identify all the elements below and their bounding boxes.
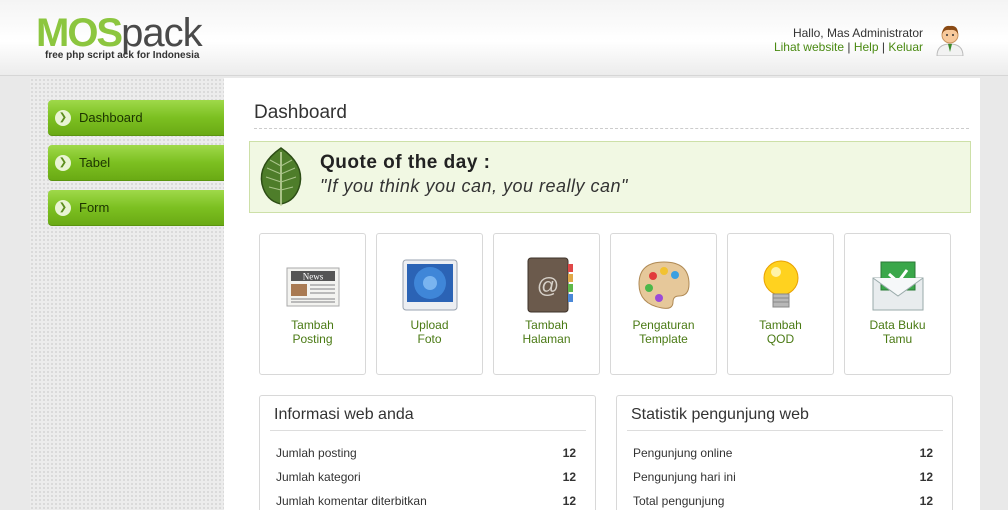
view-website-link[interactable]: Lihat website [774,40,844,54]
info-value: 12 [562,446,576,460]
photo-icon [402,259,458,311]
help-link[interactable]: Help [854,40,879,54]
sidebar: ❯ Dashboard ❯ Tabel ❯ Form [30,78,224,510]
stats-value: 12 [919,470,933,484]
logo-pack-text: pack [121,11,202,55]
user-box: Hallo, Mas Administrator Lihat website |… [774,26,923,54]
tile-label-line1: Upload [410,318,449,332]
quote-of-the-day: Quote of the day : "If you think you can… [249,141,971,213]
info-label: Jumlah kategori [276,470,361,484]
quote-text: "If you think you can, you really can" [320,176,628,196]
tile-label-line1: Pengaturan [632,318,695,332]
main-content: Dashboard Quote of the day : "If you thi… [224,78,980,510]
info-value: 12 [562,470,576,484]
stats-value: 12 [919,446,933,460]
upload-photo-tile[interactable]: Upload Foto [376,233,483,375]
info-value: 12 [562,494,576,508]
header: MOSpack free php script ack for Indonesi… [0,0,1008,76]
news-icon-text: News [303,272,324,282]
envelope-icon [872,261,924,311]
svg-text:@: @ [537,273,559,298]
stats-row: Pengunjung online 12 [633,446,933,460]
link-separator: | [881,40,885,54]
sidebar-item-label: Dashboard [79,110,143,125]
stats-label: Total pengunjung [633,494,725,508]
user-avatar-icon [936,25,964,56]
user-links: Lihat website | Help | Keluar [774,40,923,54]
sidebar-item-label: Tabel [79,155,111,170]
chevron-right-icon: ❯ [55,110,71,126]
divider [270,430,586,431]
add-qod-tile[interactable]: Tambah QOD [727,233,834,375]
sidebar-item-form[interactable]: ❯ Form [48,190,224,226]
stats-row: Pengunjung hari ini 12 [633,470,933,484]
stats-value: 12 [919,494,933,508]
guestbook-data-tile[interactable]: Data Buku Tamu [844,233,951,375]
tile-label-line1: Data Buku [869,318,926,332]
visitor-stats-panel: Statistik pengunjung web Pengunjung onli… [616,395,953,510]
lightbulb-icon [763,260,799,308]
sidebar-item-tabel[interactable]: ❯ Tabel [48,145,224,181]
info-row: Jumlah kategori 12 [276,470,576,484]
logout-link[interactable]: Keluar [888,40,923,54]
stats-row: Total pengunjung 12 [633,494,933,508]
page-title: Dashboard [254,102,969,129]
mospack-logo[interactable]: MOSpack free php script ack for Indonesi… [36,11,203,61]
website-info-panel: Informasi web anda Jumlah posting 12 Jum… [259,395,596,510]
logo-mos-text: MOS [36,11,123,55]
tile-label-line1: Tambah [759,318,802,332]
tile-label-line2: Tamu [882,332,913,346]
divider [627,430,943,431]
tile-label-line2: QOD [766,332,795,346]
link-separator: | [847,40,851,54]
stats-label: Pengunjung online [633,446,733,460]
add-post-tile[interactable]: News Tambah Posting [259,233,366,375]
logo-tagline: free php script ack for Indonesia [45,50,200,61]
info-label: Jumlah posting [276,446,357,460]
info-label: Jumlah komentar diterbitkan [276,494,427,508]
quote-title: Quote of the day : [320,152,491,173]
info-row: Jumlah komentar diterbitkan 12 [276,494,576,508]
tile-label-line1: Tambah [525,318,568,332]
sidebar-item-label: Form [79,200,110,215]
tile-label-line2: Foto [417,332,442,346]
sidebar-item-dashboard[interactable]: ❯ Dashboard [48,100,224,136]
add-page-tile[interactable]: @ Tambah Halaman [493,233,600,375]
palette-icon [638,261,690,309]
chevron-right-icon: ❯ [55,200,71,216]
user-greeting: Hallo, Mas Administrator [792,26,923,40]
tile-label-line1: Tambah [291,318,334,332]
news-icon: News [286,267,340,307]
stats-label: Pengunjung hari ini [633,470,736,484]
chevron-right-icon: ❯ [55,155,71,171]
address-book-icon: @ [527,257,573,313]
template-settings-tile[interactable]: Pengaturan Template [610,233,717,375]
panel-title: Informasi web anda [274,406,414,423]
tile-label-line2: Halaman [522,332,571,346]
tile-label-line2: Template [639,332,688,346]
info-row: Jumlah posting 12 [276,446,576,460]
panel-title: Statistik pengunjung web [631,406,809,423]
tile-label-line2: Posting [292,332,333,346]
leaf-icon [260,147,302,206]
